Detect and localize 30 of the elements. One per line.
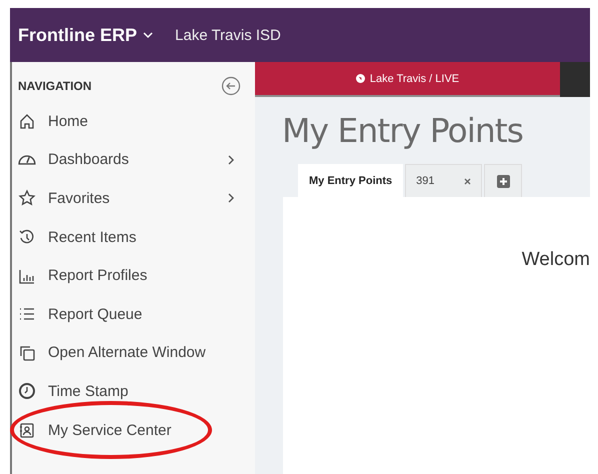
organization-name: Lake Travis ISD [175, 26, 281, 44]
navigation-heading: NAVIGATION [18, 79, 92, 93]
plus-box-icon [496, 174, 510, 188]
nav-item[interactable]: My Service Center [12, 410, 255, 450]
tab[interactable]: 391 [405, 164, 482, 197]
nav-item[interactable]: Report Queue [12, 294, 255, 334]
nav-item[interactable]: Favorites [12, 179, 255, 218]
gauge-icon [18, 154, 36, 165]
welcome-heading: Welcom [522, 249, 590, 272]
nav-item[interactable]: Dashboards [12, 140, 255, 180]
nav-item[interactable]: Report Profiles [12, 256, 255, 295]
id-card-icon [18, 421, 36, 440]
page-title: My Entry Points [282, 111, 524, 150]
nav-item[interactable]: Open Alternate Window [12, 334, 255, 372]
environment-banner: Lake Travis / LIVE [255, 62, 560, 97]
clock-icon [18, 382, 36, 400]
nav-item[interactable]: Time Stamp [12, 372, 255, 411]
add-tab-button[interactable] [484, 164, 522, 197]
header-strip [560, 62, 590, 97]
caret-icon [143, 32, 154, 38]
nav-item[interactable]: Recent Items [12, 218, 255, 256]
globe-icon [356, 74, 365, 83]
close-icon[interactable] [464, 178, 472, 184]
tab[interactable]: My Entry Points [298, 164, 404, 197]
nav-item[interactable]: Home [12, 102, 255, 141]
collapse-sidebar-icon[interactable] [221, 76, 241, 96]
product-menu-button[interactable]: Frontline ERP [18, 24, 154, 46]
windows-icon [18, 344, 36, 362]
home-icon [18, 112, 36, 130]
star-icon [18, 189, 36, 208]
